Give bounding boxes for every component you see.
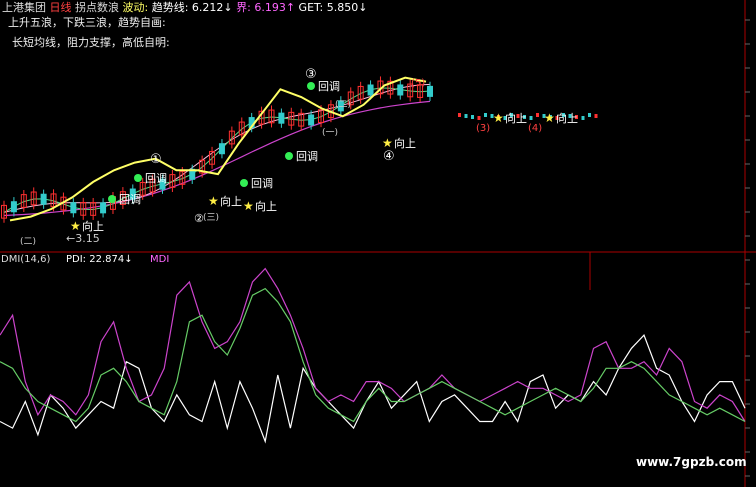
candle-body	[100, 202, 107, 214]
candle-body	[278, 112, 285, 124]
candle-body	[367, 84, 374, 96]
wave-label-4b: (4)	[528, 123, 542, 134]
candle-body	[427, 85, 433, 97]
candle-body	[308, 114, 315, 126]
wave-label-4: ④	[383, 149, 395, 164]
wave-label-yi: (一)	[322, 128, 338, 138]
chart-stage: ① ② ③ ④ (5) (3) (4) (二) (三) (一) (二) 回调 回调 回调 回调 回调 ★ 向上 ★ 向…	[0, 0, 756, 487]
pullback-label: 回调	[251, 177, 273, 190]
pullback-dot	[134, 174, 142, 182]
header-segment: GET: 5.850↓	[298, 1, 368, 14]
candle-body	[397, 84, 404, 96]
up-star-icon: ★	[544, 111, 555, 125]
up-label: 向上	[255, 199, 277, 213]
up-label: 向上	[505, 111, 527, 125]
up-label: 向上	[82, 219, 104, 233]
up-star-icon: ★	[493, 111, 504, 125]
mini-candle	[536, 113, 539, 117]
mdi-label: MDI	[150, 254, 170, 265]
up-label: 向上	[556, 111, 578, 125]
dmi-pdi-line	[0, 333, 746, 444]
header-line1: 上港集团 日线 拐点数浪 波动: 趋势线: 6.212↓ 界: 6.193↑ G…	[2, 1, 367, 14]
dmi-mdi-line	[0, 267, 746, 422]
mini-candle	[594, 114, 598, 118]
wave-label-3b: (3)	[476, 123, 490, 134]
pullback-label: 回调	[119, 193, 141, 206]
header-segment: 波动:	[122, 1, 152, 14]
wave-label-er2: (二)	[335, 100, 351, 110]
low-price-label: ←3.15	[66, 232, 100, 245]
wave-label-5: (5)	[411, 78, 425, 89]
mini-candle	[458, 113, 461, 117]
pullback-label: 回调	[318, 80, 340, 93]
pullback-dot	[285, 152, 293, 160]
up-label: 向上	[394, 136, 416, 150]
mini-candle	[477, 116, 481, 120]
header-line3: 长短均线，阻力支撑，高低自明:	[12, 36, 170, 49]
candle-body	[218, 143, 225, 155]
mini-candle	[471, 115, 474, 119]
wave-label-3: ③	[305, 67, 317, 82]
pullback-dot	[108, 195, 116, 203]
watermark: www.7gpzb.com	[636, 455, 747, 469]
mini-candle	[588, 113, 591, 117]
mini-candle	[529, 116, 533, 120]
candle-body	[10, 201, 17, 213]
pullback-label: 回调	[296, 150, 318, 163]
wave-label-er: (二)	[20, 237, 36, 247]
mini-candle	[581, 116, 585, 120]
header-segment: 趋势线: 6.212↓	[151, 1, 237, 14]
pullback-dot	[307, 82, 315, 90]
header-line2: 上升五浪，下跌三浪，趋势自画:	[8, 16, 166, 29]
wave-label-san: (三)	[203, 213, 219, 223]
candle-body	[40, 193, 47, 205]
dmi-adx-line	[0, 287, 746, 423]
up-star-icon: ★	[382, 136, 393, 150]
dmi-title: DMI(14,6)	[1, 254, 51, 265]
mini-candle	[484, 113, 487, 117]
header-segment: 拐点数浪	[75, 1, 123, 14]
up-star-icon: ★	[70, 219, 81, 233]
chart-canvas: ①②③④(5)(3) (4)(二)(三)(一)(二)回调回调 回调回调回调★ 向上★ 向…	[0, 0, 756, 487]
header-line1-content: 上港集团 日线 拐点数浪 波动: 趋势线: 6.212↓ 界: 6.193↑ G…	[2, 1, 367, 14]
mini-candle	[464, 114, 468, 118]
pullback-dot	[240, 179, 248, 187]
candle-body	[70, 202, 77, 214]
pullback-label: 回调	[145, 172, 167, 185]
up-star-icon: ★	[243, 199, 254, 213]
pdi-label: PDI: 22.874↓	[66, 254, 133, 265]
up-star-icon: ★	[208, 194, 219, 208]
header-segment: 上港集团	[2, 1, 50, 14]
header-segment: 日线	[49, 1, 75, 14]
up-label: 向上	[220, 194, 242, 208]
header-segment: 界: 6.193↑	[236, 1, 299, 14]
wave-label-1: ①	[150, 152, 162, 167]
